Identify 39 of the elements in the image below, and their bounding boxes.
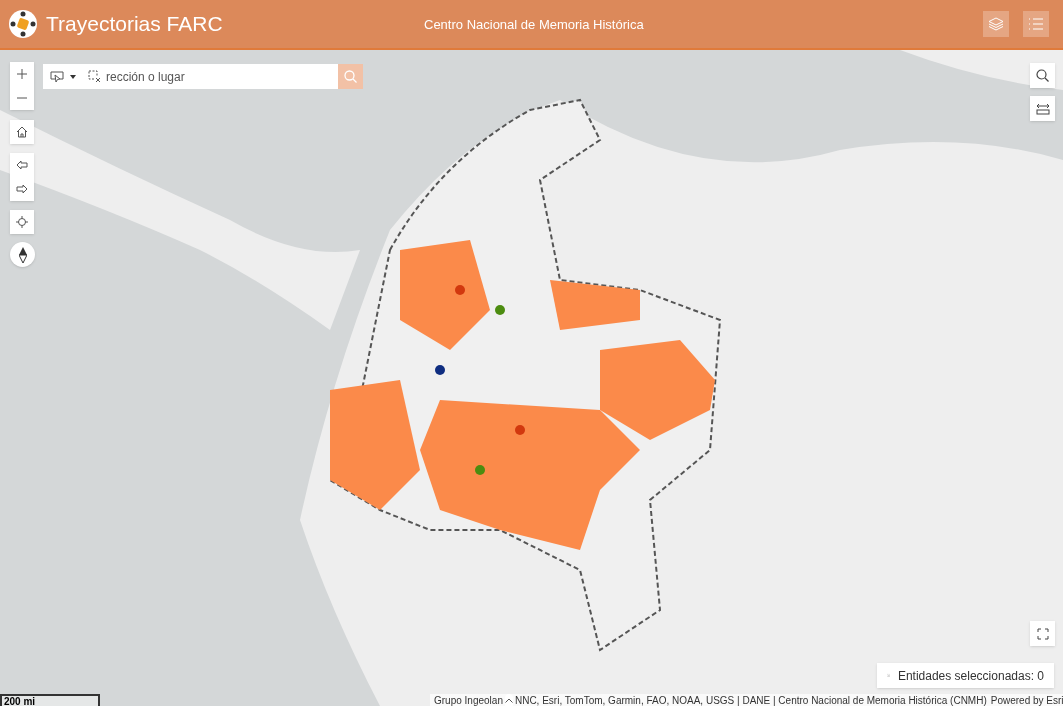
crosshair-icon (16, 216, 28, 228)
chevron-up-icon (504, 697, 513, 703)
left-arrow-icon (16, 160, 28, 170)
home-button[interactable] (10, 120, 34, 144)
compass-icon (18, 246, 27, 263)
powered-by-link[interactable]: Powered by Esri (986, 692, 1063, 706)
search-field[interactable]: rección o lugar (105, 64, 338, 89)
search-icon (344, 70, 357, 83)
home-icon (16, 126, 28, 138)
list-icon (1028, 17, 1044, 31)
app-title: Trayectorias FARC (46, 11, 223, 38)
select-pointer-icon (50, 70, 64, 83)
logo-icon (8, 9, 38, 39)
forward-button[interactable] (10, 177, 34, 201)
ruler-icon (1035, 102, 1050, 115)
fullscreen-icon (1036, 627, 1049, 640)
right-arrow-icon (16, 184, 28, 194)
minus-icon (17, 97, 27, 99)
fullscreen-button[interactable] (1030, 621, 1055, 646)
search-button[interactable] (1030, 63, 1055, 88)
scale-label: 200 mi (4, 696, 37, 706)
legend-button[interactable] (1023, 11, 1049, 37)
layers-icon (988, 16, 1004, 32)
selection-count: Entidades seleccionadas: 0 (897, 667, 1044, 685)
select-tool-button[interactable] (43, 64, 83, 89)
plus-icon (17, 69, 27, 79)
back-button[interactable] (10, 153, 34, 177)
locate-button[interactable] (10, 210, 34, 234)
zoom-out-button[interactable] (10, 86, 34, 110)
app-subtitle: Centro Nacional de Memoria Histórica (424, 16, 644, 34)
search-icon (1036, 69, 1049, 82)
attribution-text: NNC, Esri, TomTom, Garmin, FAO, NOAA, USGS | DANE | Centro Nacional de Memoria Histórica (CNMH) (514, 693, 987, 706)
clear-selection-icon (87, 70, 101, 83)
measure-button[interactable] (1030, 96, 1055, 121)
caret-icon (70, 74, 76, 79)
attribution-text: Grupo Ingeolan (434, 693, 503, 706)
zoom-in-button[interactable] (10, 62, 34, 86)
collapse-attribution-button[interactable] (504, 694, 513, 706)
layers-button[interactable] (983, 11, 1009, 37)
